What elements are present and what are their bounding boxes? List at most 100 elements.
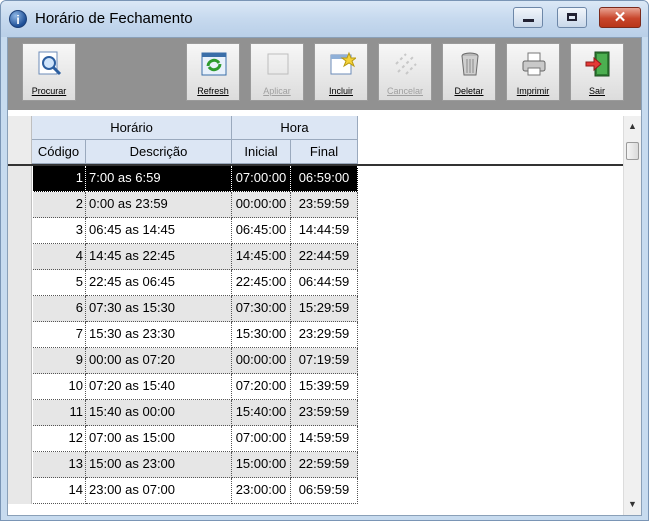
cell-final[interactable]: 15:39:59 bbox=[291, 374, 358, 400]
minimize-icon bbox=[523, 19, 534, 22]
cell-codigo[interactable]: 13 bbox=[33, 452, 86, 478]
scroll-thumb[interactable] bbox=[626, 142, 639, 160]
cell-descricao[interactable]: 15:30 as 23:30 bbox=[86, 322, 232, 348]
table-row[interactable]: 6 07:30 as 15:30 07:30:00 15:29:59 bbox=[8, 296, 358, 322]
cell-descricao[interactable]: 07:20 as 15:40 bbox=[86, 374, 232, 400]
scroll-down-arrow-icon[interactable]: ▼ bbox=[624, 496, 641, 513]
cell-inicial[interactable]: 15:40:00 bbox=[232, 400, 291, 426]
close-icon: ✕ bbox=[613, 9, 627, 26]
include-button-label: Incluir bbox=[328, 86, 353, 96]
search-button-label: Procurar bbox=[31, 86, 67, 96]
window-title: Horário de Fechamento bbox=[35, 10, 193, 27]
close-button[interactable]: ✕ bbox=[599, 7, 641, 28]
cell-final[interactable]: 07:19:59 bbox=[291, 348, 358, 374]
cell-descricao[interactable]: 22:45 as 06:45 bbox=[86, 270, 232, 296]
cell-codigo[interactable]: 14 bbox=[33, 478, 86, 504]
title-bar[interactable]: i Horário de Fechamento ✕ bbox=[1, 1, 648, 37]
cell-final[interactable]: 06:59:00 bbox=[291, 166, 358, 192]
app-window: i Horário de Fechamento ✕ Procurar Refre… bbox=[0, 0, 649, 521]
table-row[interactable]: 3 06:45 as 14:45 06:45:00 14:44:59 bbox=[8, 218, 358, 244]
delete-button-label: Deletar bbox=[454, 86, 484, 96]
include-button[interactable]: Incluir bbox=[314, 43, 368, 101]
search-button[interactable]: Procurar bbox=[22, 43, 76, 101]
grid-corner bbox=[8, 116, 32, 164]
print-button[interactable]: Imprimir bbox=[506, 43, 560, 101]
cell-codigo[interactable]: 4 bbox=[33, 244, 86, 270]
table-row[interactable]: 11 15:40 as 00:00 15:40:00 23:59:59 bbox=[8, 400, 358, 426]
cell-final[interactable]: 14:59:59 bbox=[291, 426, 358, 452]
cell-final[interactable]: 06:44:59 bbox=[291, 270, 358, 296]
cell-inicial[interactable]: 07:00:00 bbox=[232, 426, 291, 452]
cell-inicial[interactable]: 00:00:00 bbox=[232, 192, 291, 218]
table-row[interactable]: 12 07:00 as 15:00 07:00:00 14:59:59 bbox=[8, 426, 358, 452]
cell-descricao[interactable]: 0:00 as 23:59 bbox=[86, 192, 232, 218]
cell-descricao[interactable]: 7:00 as 6:59 bbox=[86, 166, 232, 192]
cell-descricao[interactable]: 07:30 as 15:30 bbox=[86, 296, 232, 322]
cell-inicial[interactable]: 06:45:00 bbox=[232, 218, 291, 244]
cell-codigo[interactable]: 7 bbox=[33, 322, 86, 348]
table-row[interactable]: 1 7:00 as 6:59 07:00:00 06:59:00 bbox=[8, 166, 358, 192]
cell-final[interactable]: 14:44:59 bbox=[291, 218, 358, 244]
cell-inicial[interactable]: 07:20:00 bbox=[232, 374, 291, 400]
cell-codigo[interactable]: 2 bbox=[33, 192, 86, 218]
maximize-button[interactable] bbox=[557, 7, 587, 28]
cell-final[interactable]: 15:29:59 bbox=[291, 296, 358, 322]
cell-codigo[interactable]: 1 bbox=[33, 166, 86, 192]
scroll-up-arrow-icon[interactable]: ▲ bbox=[624, 118, 641, 135]
cell-final[interactable]: 22:59:59 bbox=[291, 452, 358, 478]
cell-inicial[interactable]: 22:45:00 bbox=[232, 270, 291, 296]
cell-descricao[interactable]: 00:00 as 07:20 bbox=[86, 348, 232, 374]
table-row[interactable]: 14 23:00 as 07:00 23:00:00 06:59:59 bbox=[8, 478, 358, 504]
cancel-button[interactable]: Cancelar bbox=[378, 43, 432, 101]
cell-inicial[interactable]: 23:00:00 bbox=[232, 478, 291, 504]
cell-final[interactable]: 06:59:59 bbox=[291, 478, 358, 504]
cell-inicial[interactable]: 07:00:00 bbox=[232, 166, 291, 192]
window-client-area: Procurar Refresh Aplicar Incluir Cancela… bbox=[7, 37, 642, 516]
cell-final[interactable]: 23:29:59 bbox=[291, 322, 358, 348]
header-inicial[interactable]: Inicial bbox=[232, 140, 291, 164]
table-row[interactable]: 9 00:00 as 07:20 00:00:00 07:19:59 bbox=[8, 348, 358, 374]
cell-codigo[interactable]: 11 bbox=[33, 400, 86, 426]
table-row[interactable]: 4 14:45 as 22:45 14:45:00 22:44:59 bbox=[8, 244, 358, 270]
vertical-scrollbar[interactable]: ▲ ▼ bbox=[623, 116, 641, 515]
refresh-button[interactable]: Refresh bbox=[186, 43, 240, 101]
cell-final[interactable]: 23:59:59 bbox=[291, 400, 358, 426]
cell-inicial[interactable]: 15:00:00 bbox=[232, 452, 291, 478]
cell-codigo[interactable]: 12 bbox=[33, 426, 86, 452]
table-row[interactable]: 5 22:45 as 06:45 22:45:00 06:44:59 bbox=[8, 270, 358, 296]
apply-button[interactable]: Aplicar bbox=[250, 43, 304, 101]
cell-final[interactable]: 23:59:59 bbox=[291, 192, 358, 218]
minimize-button[interactable] bbox=[513, 7, 543, 28]
data-grid: Horário Hora Código Descrição Inicial Fi… bbox=[8, 116, 623, 515]
cell-descricao[interactable]: 23:00 as 07:00 bbox=[86, 478, 232, 504]
apply-icon bbox=[267, 53, 289, 75]
delete-button[interactable]: Deletar bbox=[442, 43, 496, 101]
app-icon[interactable]: i bbox=[9, 10, 27, 28]
cell-descricao[interactable]: 06:45 as 14:45 bbox=[86, 218, 232, 244]
cell-final[interactable]: 22:44:59 bbox=[291, 244, 358, 270]
cell-descricao[interactable]: 07:00 as 15:00 bbox=[86, 426, 232, 452]
table-row[interactable]: 10 07:20 as 15:40 07:20:00 15:39:59 bbox=[8, 374, 358, 400]
cell-inicial[interactable]: 15:30:00 bbox=[232, 322, 291, 348]
cell-descricao[interactable]: 14:45 as 22:45 bbox=[86, 244, 232, 270]
table-row[interactable]: 7 15:30 as 23:30 15:30:00 23:29:59 bbox=[8, 322, 358, 348]
new-record-icon bbox=[330, 51, 356, 75]
cell-inicial[interactable]: 00:00:00 bbox=[232, 348, 291, 374]
table-row[interactable]: 2 0:00 as 23:59 00:00:00 23:59:59 bbox=[8, 192, 358, 218]
cell-codigo[interactable]: 5 bbox=[33, 270, 86, 296]
header-final[interactable]: Final bbox=[291, 140, 358, 164]
exit-button[interactable]: Sair bbox=[570, 43, 624, 101]
cell-descricao[interactable]: 15:40 as 00:00 bbox=[86, 400, 232, 426]
toolbar: Procurar Refresh Aplicar Incluir Cancela… bbox=[8, 38, 641, 110]
cancel-icon bbox=[395, 53, 417, 75]
header-codigo[interactable]: Código bbox=[32, 140, 86, 164]
table-row[interactable]: 13 15:00 as 23:00 15:00:00 22:59:59 bbox=[8, 452, 358, 478]
cell-descricao[interactable]: 15:00 as 23:00 bbox=[86, 452, 232, 478]
cell-codigo[interactable]: 10 bbox=[33, 374, 86, 400]
cell-codigo[interactable]: 9 bbox=[33, 348, 86, 374]
cell-inicial[interactable]: 14:45:00 bbox=[232, 244, 291, 270]
header-descricao[interactable]: Descrição bbox=[86, 140, 232, 164]
cell-inicial[interactable]: 07:30:00 bbox=[232, 296, 291, 322]
cell-codigo[interactable]: 6 bbox=[33, 296, 86, 322]
cell-codigo[interactable]: 3 bbox=[33, 218, 86, 244]
